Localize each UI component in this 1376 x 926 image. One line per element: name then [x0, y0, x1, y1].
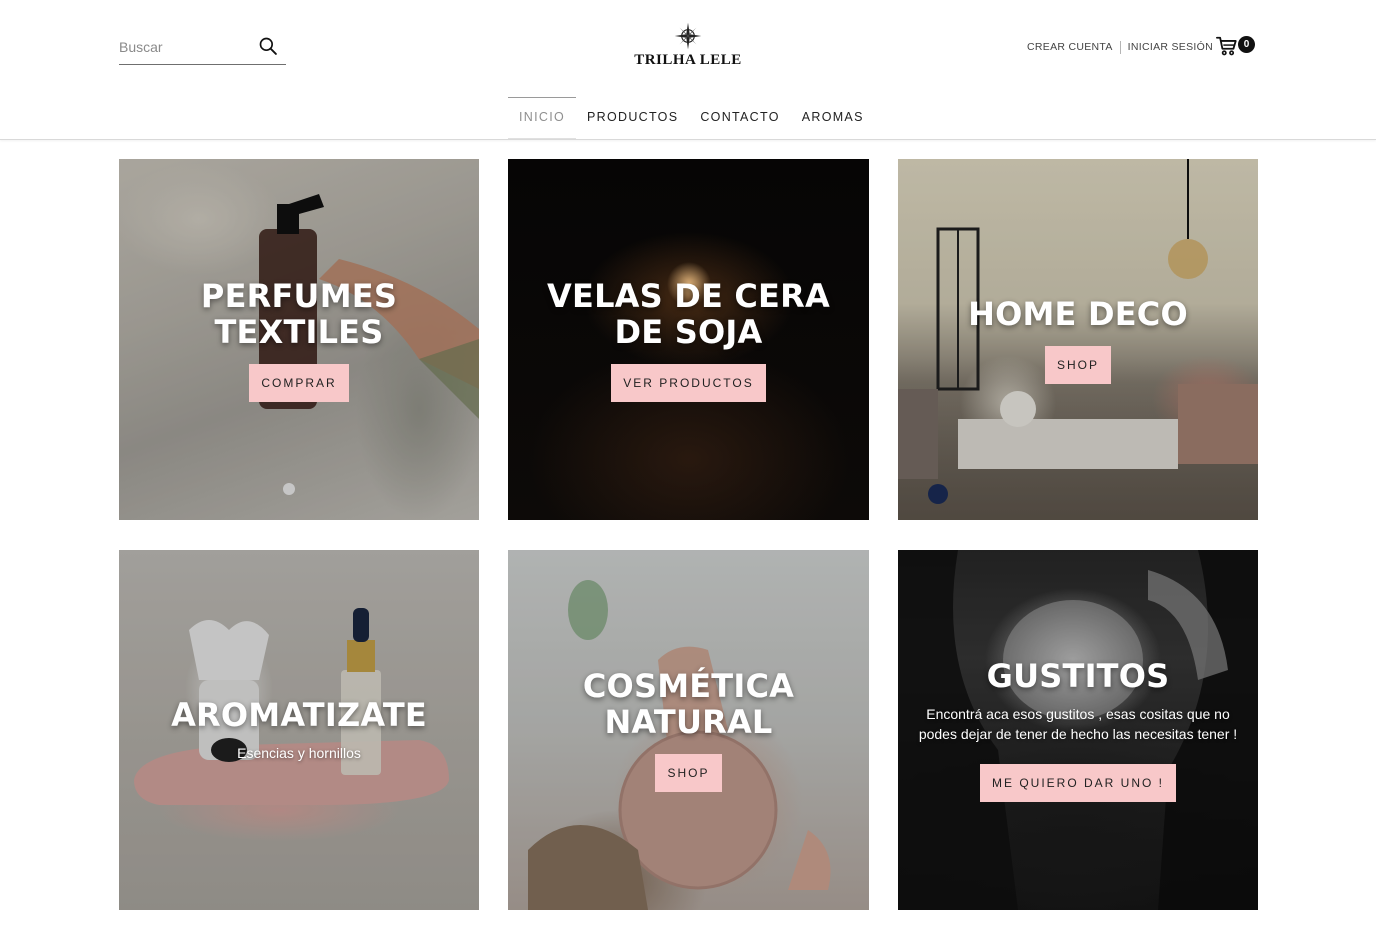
- category-tile-aromatizate[interactable]: AROMATIZATE Esencias y hornillos: [119, 550, 479, 910]
- tile-content: GUSTITOS Encontrá aca esos gustitos , es…: [898, 550, 1258, 910]
- tile-content: VELAS DE CERA DE SOJA VER PRODUCTOS: [508, 159, 869, 520]
- tile-content: PERFUMES TEXTILES COMPRAR: [119, 159, 479, 520]
- tile-content: COSMÉTICA NATURAL SHOP: [508, 550, 869, 910]
- nav-item-contacto[interactable]: CONTACTO: [689, 97, 790, 139]
- tile-title: HOME DECO: [968, 294, 1188, 333]
- category-tile-perfumes-textiles[interactable]: PERFUMES TEXTILES COMPRAR: [119, 159, 479, 520]
- shop-button[interactable]: SHOP: [655, 754, 722, 792]
- search-bar: [119, 30, 286, 65]
- comprar-button[interactable]: COMPRAR: [249, 363, 349, 402]
- tile-title: AROMATIZATE: [171, 696, 427, 734]
- tile-content: HOME DECO SHOP: [898, 159, 1258, 520]
- nav-item-aromas[interactable]: AROMAS: [791, 97, 875, 139]
- main-nav: INICIO PRODUCTOS CONTACTO AROMAS: [508, 97, 875, 139]
- tile-subtitle: Encontrá aca esos gustitos , esas cosita…: [918, 706, 1238, 742]
- ver-productos-button[interactable]: VER PRODUCTOS: [611, 363, 766, 402]
- category-tile-gustitos[interactable]: GUSTITOS Encontrá aca esos gustitos , es…: [898, 550, 1258, 910]
- tile-title: GUSTITOS: [986, 657, 1170, 695]
- nav-item-inicio[interactable]: INICIO: [508, 97, 576, 139]
- compass-rose-icon: [674, 22, 702, 50]
- tile-title: PERFUMES TEXTILES: [200, 276, 398, 351]
- login-link[interactable]: INICIAR SESIÓN: [1128, 41, 1213, 53]
- search-input[interactable]: [119, 36, 249, 58]
- tile-title: COSMÉTICA NATURAL: [582, 667, 795, 741]
- brand-name: TRILHA LELE: [634, 52, 742, 68]
- cart-button[interactable]: 0: [1216, 34, 1258, 58]
- shopping-cart-icon: [1216, 36, 1237, 56]
- me-quiero-dar-uno-button[interactable]: ME QUIERO DAR UNO !: [979, 764, 1176, 802]
- category-tile-velas[interactable]: VELAS DE CERA DE SOJA VER PRODUCTOS: [508, 159, 869, 520]
- cart-count-badge: 0: [1238, 36, 1255, 53]
- tile-title: VELAS DE CERA DE SOJA: [547, 276, 830, 351]
- site-header: TRILHA LELE CREAR CUENTA INICIAR SESIÓN …: [0, 0, 1376, 140]
- category-tile-cosmetica-natural[interactable]: COSMÉTICA NATURAL SHOP: [508, 550, 869, 910]
- tile-subtitle: Esencias y hornillos: [237, 745, 361, 761]
- tile-content: AROMATIZATE Esencias y hornillos: [119, 550, 479, 910]
- brand-logo[interactable]: TRILHA LELE: [620, 22, 756, 74]
- divider: [1119, 40, 1121, 54]
- nav-item-productos[interactable]: PRODUCTOS: [576, 97, 689, 139]
- search-icon[interactable]: [258, 36, 278, 56]
- category-tile-home-deco[interactable]: HOME DECO SHOP: [898, 159, 1258, 520]
- shop-button[interactable]: SHOP: [1044, 345, 1111, 384]
- account-links: CREAR CUENTA INICIAR SESIÓN: [1027, 40, 1213, 54]
- create-account-link[interactable]: CREAR CUENTA: [1027, 41, 1113, 53]
